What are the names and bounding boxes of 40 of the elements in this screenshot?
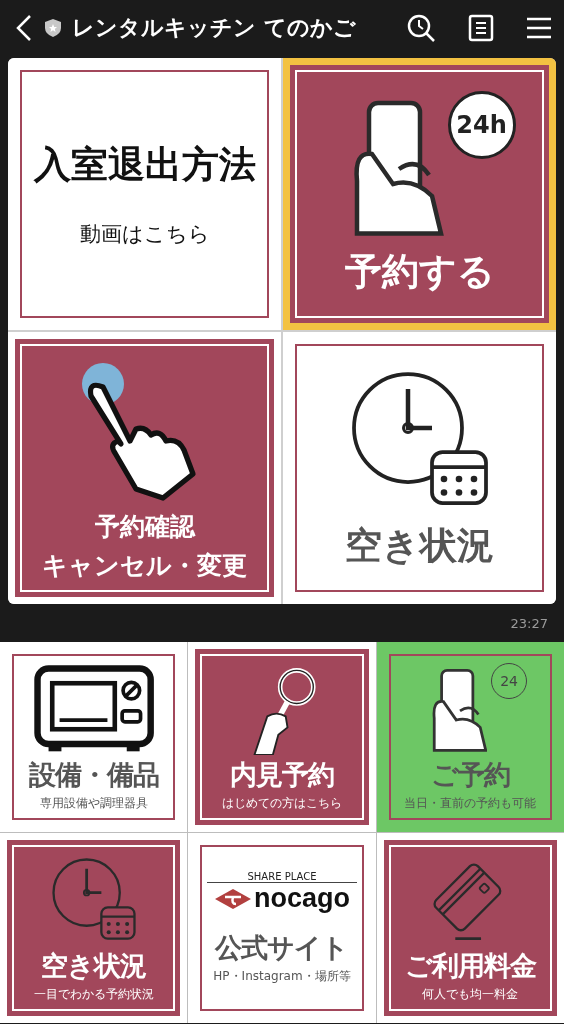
tile-title: 予約する — [344, 249, 495, 295]
message-image-card[interactable]: 入室退出方法 動画はこちら 24h 予約する 予約確認 キャンセル・変更 空き状況 — [8, 58, 556, 604]
menu-tile[interactable]: 空き状況 一目でわかる予約状況 — [0, 833, 188, 1023]
tile-subtitle: 専用設備や調理器具 — [39, 794, 148, 812]
menu-tile[interactable]: 24h 予約する — [283, 58, 556, 330]
back-icon[interactable] — [14, 14, 34, 42]
tile-subtitle: はじめての方はこちら — [222, 794, 342, 812]
clock-badge: 24h — [447, 91, 516, 159]
tile-title: 空き状況 — [41, 948, 147, 983]
notes-icon[interactable] — [468, 14, 494, 42]
menu-tile[interactable]: SHARE PLACE nocago 公式サイト HP・Instagram・場所等 — [188, 833, 376, 1023]
tile-title: 公式サイト — [215, 931, 349, 965]
tile-title: 空き状況 — [345, 523, 494, 569]
tile-subtitle: 一目でわかる予約状況 — [33, 985, 154, 1003]
menu-tile[interactable]: 予約確認 キャンセル・変更 — [8, 332, 281, 604]
tile-title: 予約確認 — [94, 511, 195, 543]
chat-title: レンタルキッチン てのかご — [72, 14, 357, 42]
tile-title: 入室退出方法 — [33, 142, 256, 188]
message-time: 23:27 — [510, 615, 548, 631]
diamond-logo-icon — [213, 887, 252, 910]
menu-tile[interactable]: 内見予約 はじめての方はこちら — [188, 642, 376, 832]
tile-subtitle: 当日・直前の予約も可能 — [404, 794, 537, 812]
tile-subtitle: HP・Instagram・場所等 — [213, 968, 351, 985]
shield-star-icon — [44, 18, 62, 38]
logo-tagline: SHARE PLACE — [207, 871, 357, 883]
tile-subtitle: キャンセル・変更 — [42, 550, 247, 582]
menu-tile[interactable]: 設備・備品 専用設備や調理器具 — [0, 642, 188, 832]
menu-tile[interactable]: 空き状況 — [283, 332, 556, 604]
tile-title: ご利用料金 — [404, 948, 536, 983]
menu-icon[interactable] — [526, 16, 552, 40]
tile-subtitle: 何人でも均一料金 — [422, 985, 519, 1003]
menu-tile[interactable]: 24 ご予約 当日・直前の予約も可能 — [376, 642, 564, 832]
tile-title: 内見予約 — [230, 757, 334, 792]
logo-wordmark: nocago — [253, 883, 350, 914]
menu-tile[interactable]: 入室退出方法 動画はこちら — [8, 58, 281, 330]
tile-title: ご予約 — [430, 757, 510, 792]
tile-subtitle: 動画はこちら — [79, 221, 210, 248]
tile-title: 設備・備品 — [28, 757, 159, 792]
menu-tile[interactable]: ご利用料金 何人でも均一料金 — [376, 833, 564, 1023]
search-icon[interactable] — [406, 13, 436, 43]
